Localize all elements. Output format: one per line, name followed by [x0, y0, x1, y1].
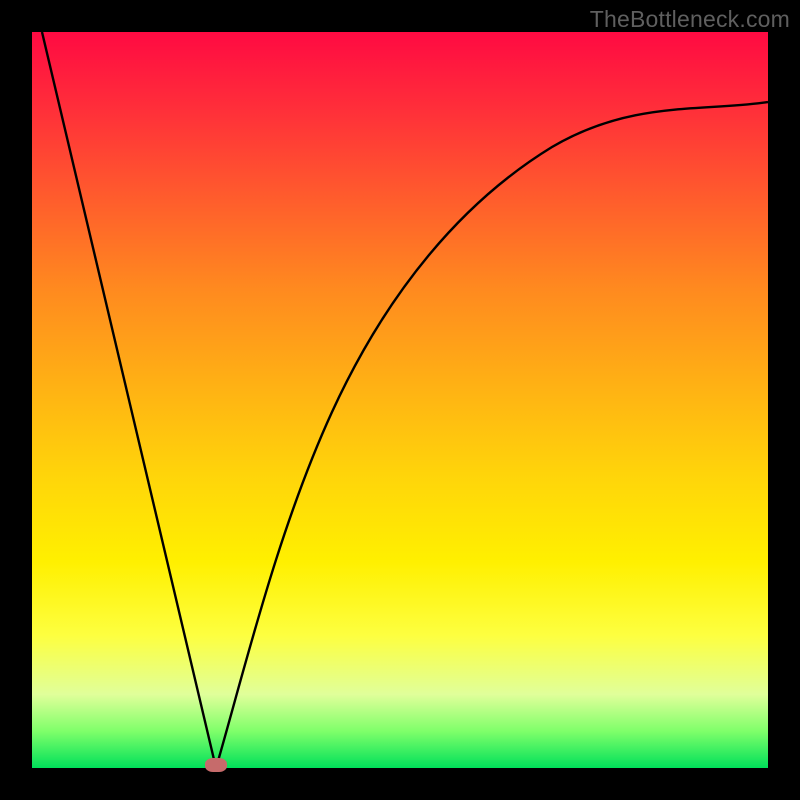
- curve-right-segment: [216, 102, 768, 768]
- curve-left-segment: [42, 32, 216, 768]
- chart-frame: TheBottleneck.com: [0, 0, 800, 800]
- bottleneck-curve: [32, 32, 768, 768]
- plot-area: [32, 32, 768, 768]
- watermark-text: TheBottleneck.com: [590, 6, 790, 33]
- minimum-marker: [205, 758, 227, 772]
